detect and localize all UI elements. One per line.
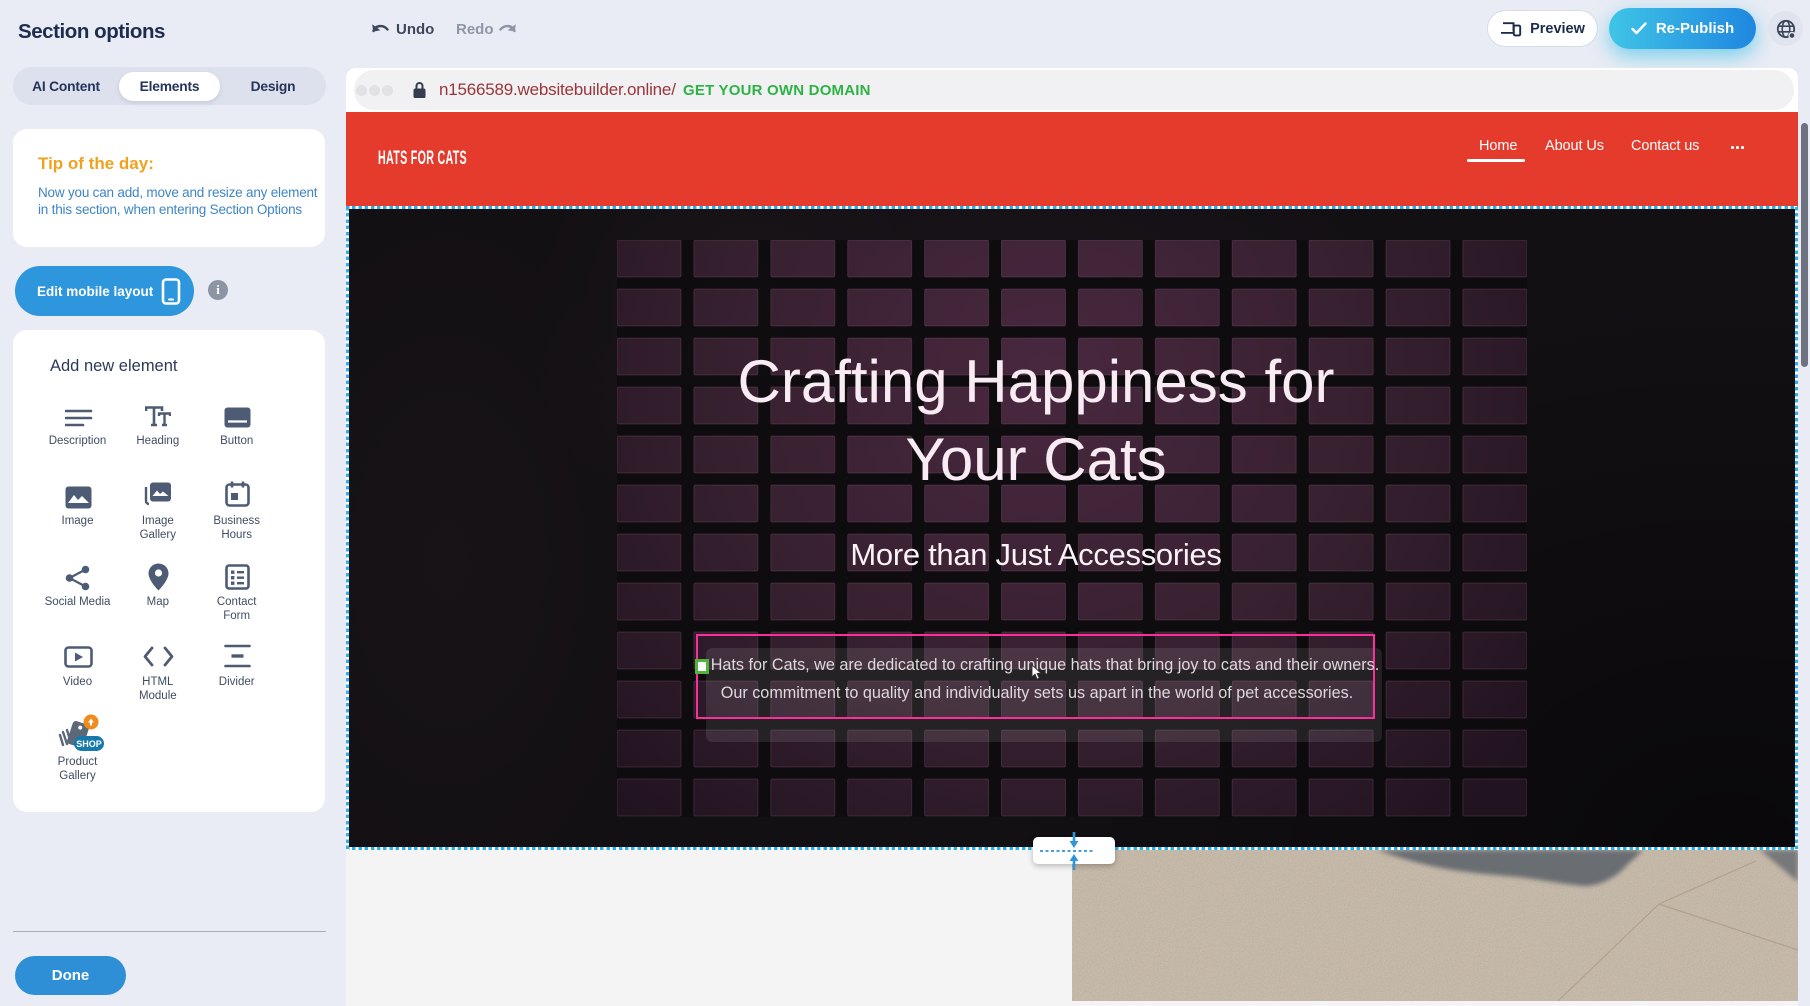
svg-text:SHOP: SHOP: [76, 739, 102, 749]
